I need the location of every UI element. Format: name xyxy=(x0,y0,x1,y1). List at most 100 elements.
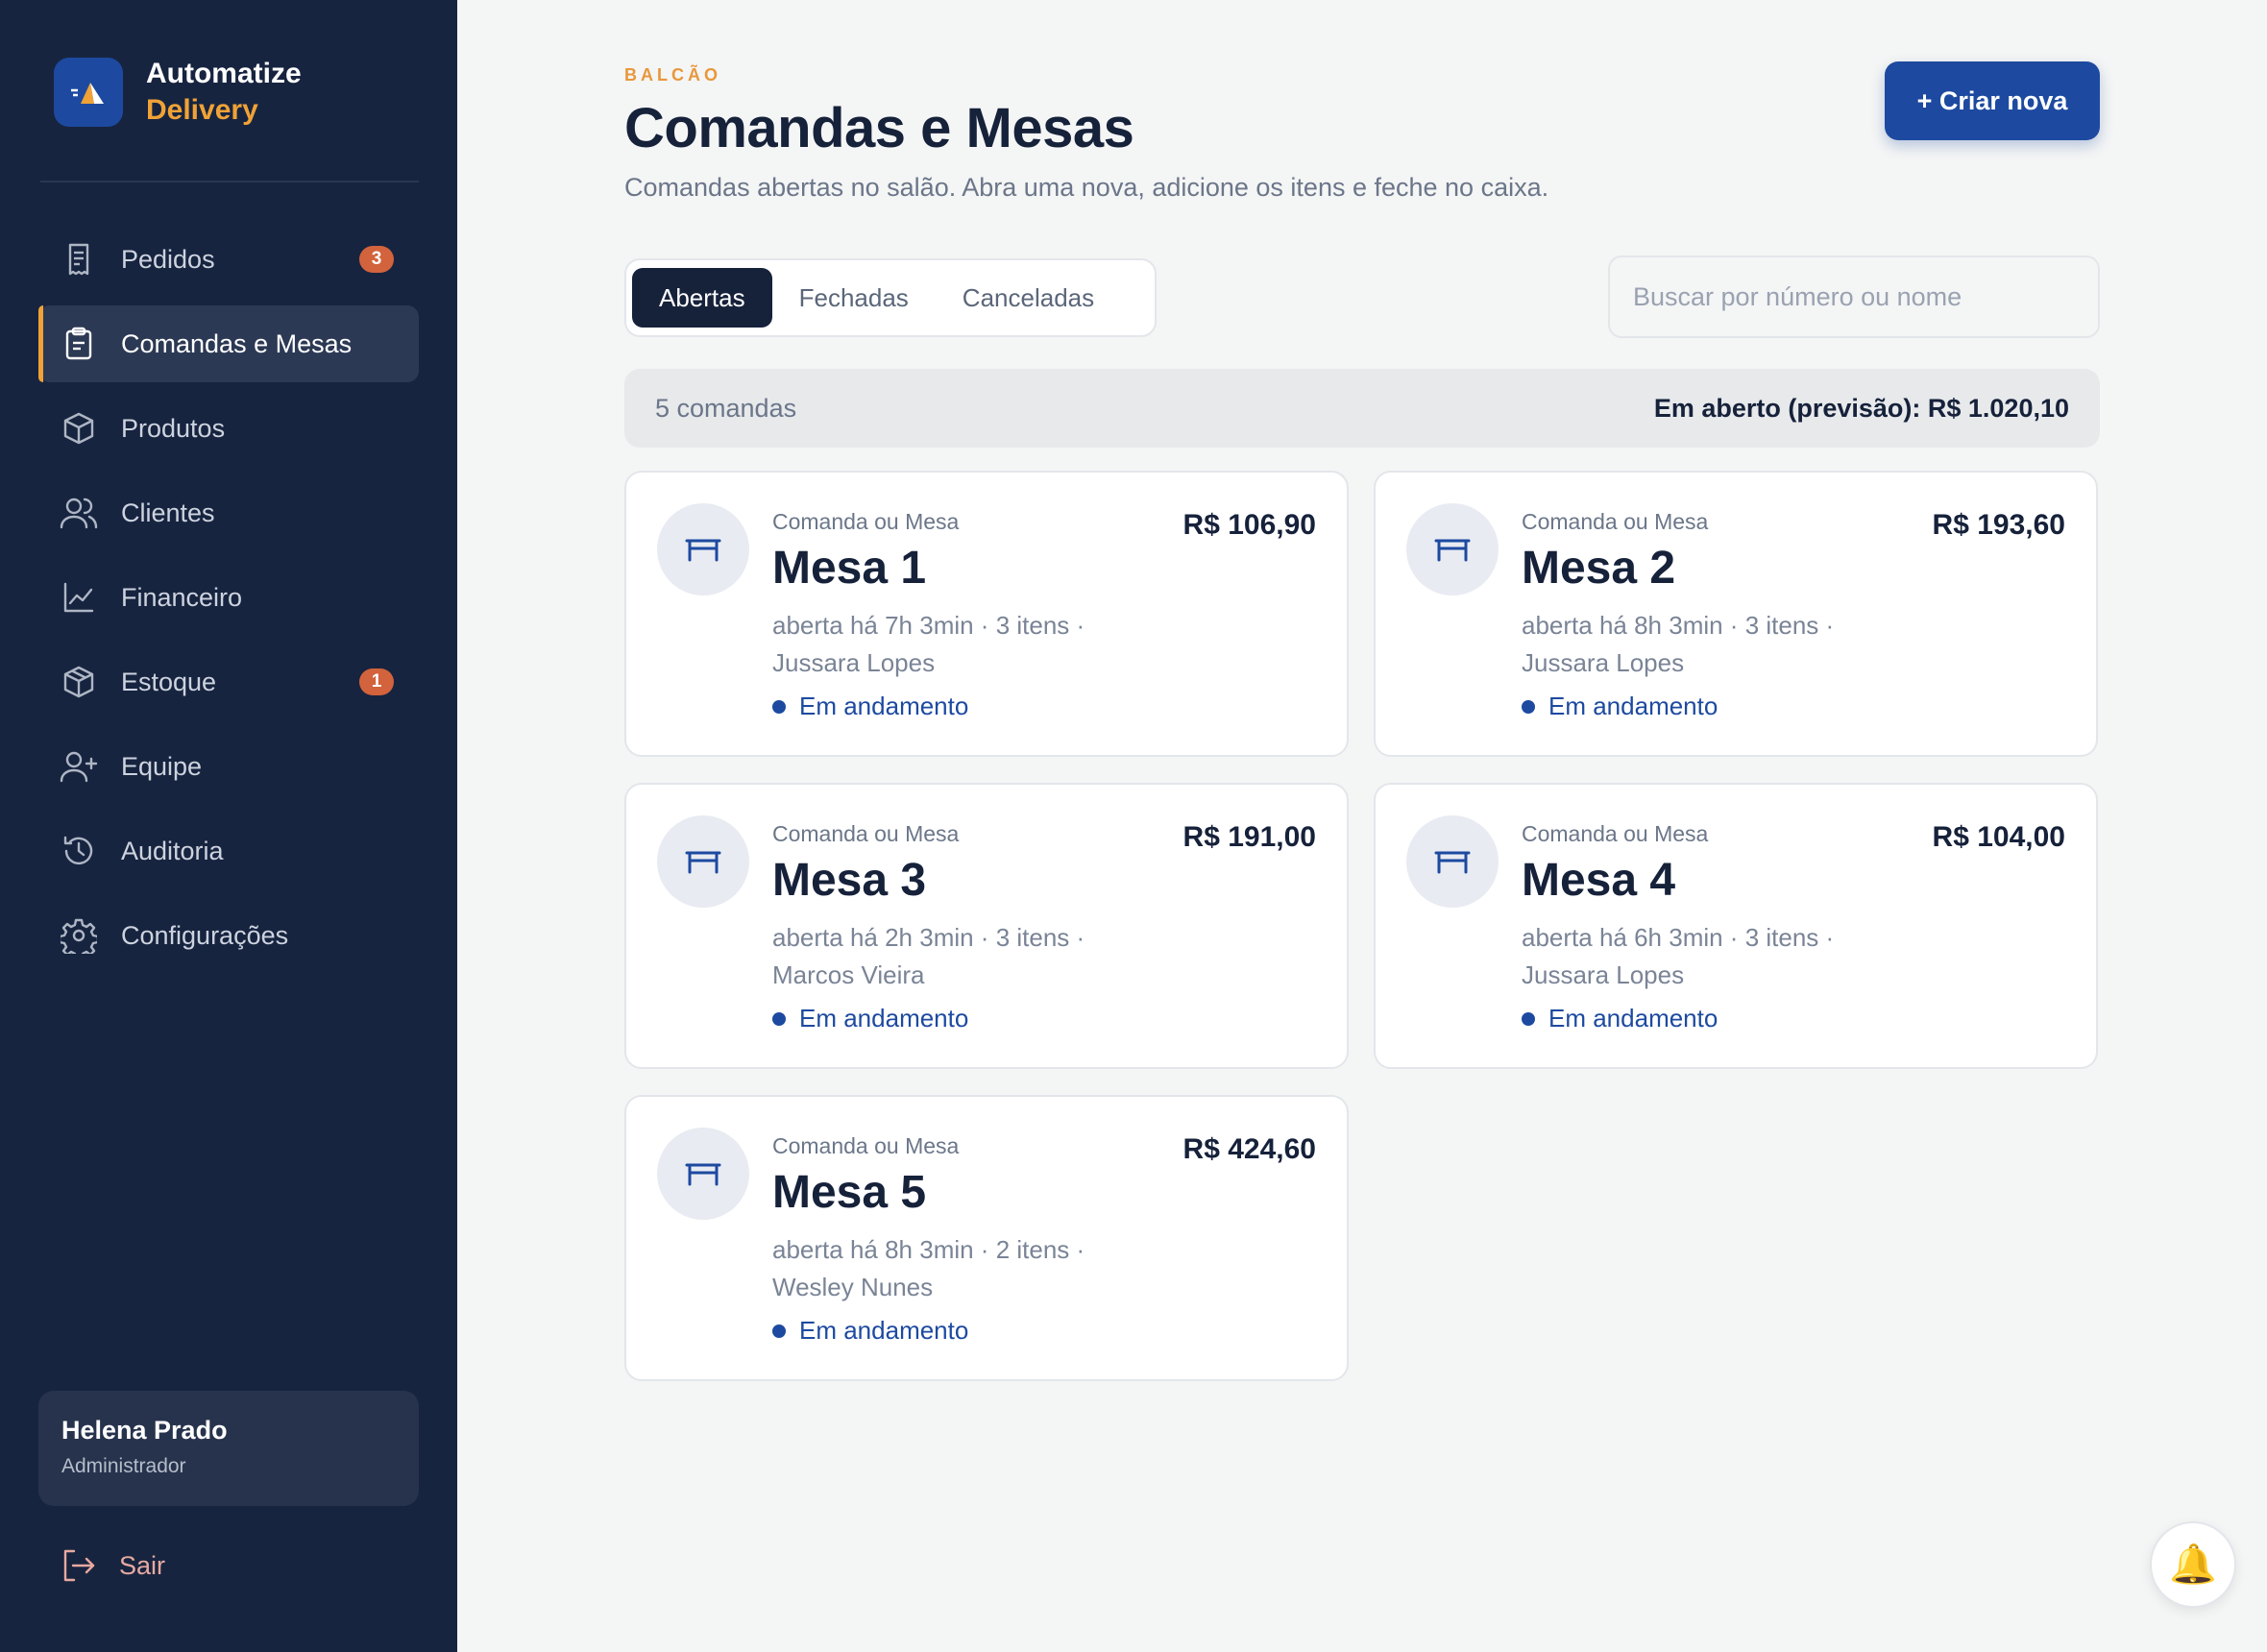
card-customer: Jussara Lopes xyxy=(1522,960,1685,989)
tab-fechadas[interactable]: Fechadas xyxy=(772,268,936,328)
pedidos-count-badge: 3 xyxy=(359,246,394,273)
sidebar-item-label: Pedidos xyxy=(121,244,215,274)
status-dot xyxy=(772,1011,786,1026)
card-meta-line: aberta há 8h 3min · 2 itens · xyxy=(772,1235,1085,1264)
sidebar-item-pedidos[interactable]: Pedidos 3 xyxy=(38,221,419,298)
card-meta-line: aberta há 8h 3min · 3 itens · xyxy=(1522,611,1835,640)
card-status-label: Em andamento xyxy=(1548,1004,1719,1032)
table-icon xyxy=(1406,815,1499,908)
sidebar-item-label: Estoque xyxy=(121,667,217,696)
card-meta: aberta há 8h 3min · 3 itens · Jussara Lo… xyxy=(1522,607,1906,682)
comanda-card[interactable]: Comanda ou Mesa Mesa 1 aberta há 7h 3min… xyxy=(624,471,1349,757)
sidebar-item-clientes[interactable]: Clientes xyxy=(38,474,419,551)
card-kicker: Comanda ou Mesa xyxy=(1522,509,1709,534)
sidebar-item-configuracoes[interactable]: Configurações xyxy=(38,897,419,974)
card-status: Em andamento xyxy=(1522,692,1718,721)
card-status-label: Em andamento xyxy=(799,692,969,720)
card-title: Mesa 5 xyxy=(772,1167,927,1218)
summary-bar: 5 comandas Em aberto (previsão): R$ 1.02… xyxy=(624,369,2100,448)
clipboard-icon xyxy=(60,325,98,363)
sidebar-item-comandas[interactable]: Comandas e Mesas xyxy=(38,305,419,382)
user-plus-icon xyxy=(60,747,98,786)
status-tabs: Abertas Fechadas Canceladas xyxy=(624,258,1157,337)
user-role: Administrador xyxy=(61,1455,186,1477)
card-title: Mesa 4 xyxy=(1522,855,1676,906)
card-status-label: Em andamento xyxy=(1548,692,1719,720)
table-icon xyxy=(657,503,749,595)
card-status-label: Em andamento xyxy=(799,1316,969,1345)
status-dot xyxy=(1522,1011,1535,1026)
card-customer: Jussara Lopes xyxy=(772,648,936,677)
comandas-count: 5 comandas xyxy=(655,393,797,423)
brand-logo-icon xyxy=(54,58,123,127)
status-dot xyxy=(772,1324,786,1338)
card-title: Mesa 3 xyxy=(772,855,927,906)
sidebar-item-estoque[interactable]: Estoque 1 xyxy=(38,644,419,720)
card-status-label: Em andamento xyxy=(799,1004,969,1032)
comanda-card[interactable]: Comanda ou Mesa Mesa 4 aberta há 6h 3min… xyxy=(1374,783,2098,1069)
comanda-card[interactable]: Comanda ou Mesa Mesa 2 aberta há 8h 3min… xyxy=(1374,471,2098,757)
create-new-button[interactable]: + Criar nova xyxy=(1885,61,2100,140)
brand-name: Automatize xyxy=(146,58,302,89)
comanda-card[interactable]: Comanda ou Mesa Mesa 5 aberta há 8h 3min… xyxy=(624,1095,1349,1381)
card-kicker: Comanda ou Mesa xyxy=(772,821,960,846)
users-icon xyxy=(60,494,98,532)
card-kicker: Comanda ou Mesa xyxy=(772,1133,960,1158)
sidebar-item-equipe[interactable]: Equipe xyxy=(38,728,419,805)
card-status: Em andamento xyxy=(772,1316,968,1346)
card-status: Em andamento xyxy=(772,1004,968,1033)
card-meta: aberta há 8h 3min · 2 itens · Wesley Nun… xyxy=(772,1231,1157,1306)
card-meta-line: aberta há 6h 3min · 3 itens · xyxy=(1522,923,1835,952)
table-icon xyxy=(1406,503,1499,595)
sidebar-item-financeiro[interactable]: Financeiro xyxy=(38,559,419,636)
history-icon xyxy=(60,832,98,870)
card-customer: Marcos Vieira xyxy=(772,960,925,989)
sidebar-item-label: Configurações xyxy=(121,920,289,950)
card-status: Em andamento xyxy=(772,692,968,721)
card-customer: Wesley Nunes xyxy=(772,1273,934,1301)
card-meta-line: aberta há 7h 3min · 3 itens · xyxy=(772,611,1085,640)
card-meta: aberta há 7h 3min · 3 itens · Jussara Lo… xyxy=(772,607,1157,682)
card-kicker: Comanda ou Mesa xyxy=(1522,821,1709,846)
card-status: Em andamento xyxy=(1522,1004,1718,1033)
status-dot xyxy=(772,699,786,714)
logout-icon xyxy=(60,1546,98,1585)
chart-line-icon xyxy=(60,578,98,617)
search-input[interactable] xyxy=(1608,255,2100,338)
table-icon xyxy=(657,1128,749,1220)
sidebar-item-label: Clientes xyxy=(121,498,215,527)
sidebar-nav: Pedidos 3 Comandas e Mesas Produtos Clie… xyxy=(38,221,419,982)
card-kicker: Comanda ou Mesa xyxy=(772,509,960,534)
estoque-count-badge: 1 xyxy=(359,668,394,695)
table-icon xyxy=(657,815,749,908)
notifications-button[interactable]: 🔔 xyxy=(2150,1521,2236,1608)
card-price: R$ 191,00 xyxy=(1182,821,1316,853)
sidebar-item-label: Auditoria xyxy=(121,836,224,865)
sidebar-divider xyxy=(40,181,419,182)
tab-canceladas[interactable]: Canceladas xyxy=(936,268,1121,328)
page-title: Comandas e Mesas xyxy=(624,97,1134,159)
section-eyebrow: BALCÃO xyxy=(624,65,721,85)
card-meta: aberta há 2h 3min · 3 itens · Marcos Vie… xyxy=(772,919,1157,994)
card-title: Mesa 1 xyxy=(772,543,927,594)
comanda-card[interactable]: Comanda ou Mesa Mesa 3 aberta há 2h 3min… xyxy=(624,783,1349,1069)
sidebar-item-auditoria[interactable]: Auditoria xyxy=(38,813,419,889)
bell-icon: 🔔 xyxy=(2169,1543,2217,1586)
sidebar-item-produtos[interactable]: Produtos xyxy=(38,390,419,467)
card-price: R$ 106,90 xyxy=(1182,509,1316,541)
card-price: R$ 193,60 xyxy=(1932,509,2065,541)
sidebar-item-label: Produtos xyxy=(121,413,226,443)
box-icon xyxy=(60,409,98,448)
logout-button[interactable]: Sair xyxy=(60,1546,165,1585)
page-subtitle: Comandas abertas no salão. Abra uma nova… xyxy=(624,173,1549,202)
sidebar-item-label: Financeiro xyxy=(121,582,243,612)
sidebar: Automatize Delivery Pedidos 3 Comandas e… xyxy=(0,0,457,1652)
receipt-icon xyxy=(60,240,98,279)
card-price: R$ 424,60 xyxy=(1182,1133,1316,1165)
sidebar-item-label: Comandas e Mesas xyxy=(121,328,353,358)
logout-label: Sair xyxy=(119,1550,166,1580)
tab-abertas[interactable]: Abertas xyxy=(632,268,772,328)
brand[interactable]: Automatize Delivery xyxy=(54,56,302,129)
user-card[interactable]: Helena Prado Administrador xyxy=(38,1391,419,1506)
gear-icon xyxy=(60,916,98,955)
